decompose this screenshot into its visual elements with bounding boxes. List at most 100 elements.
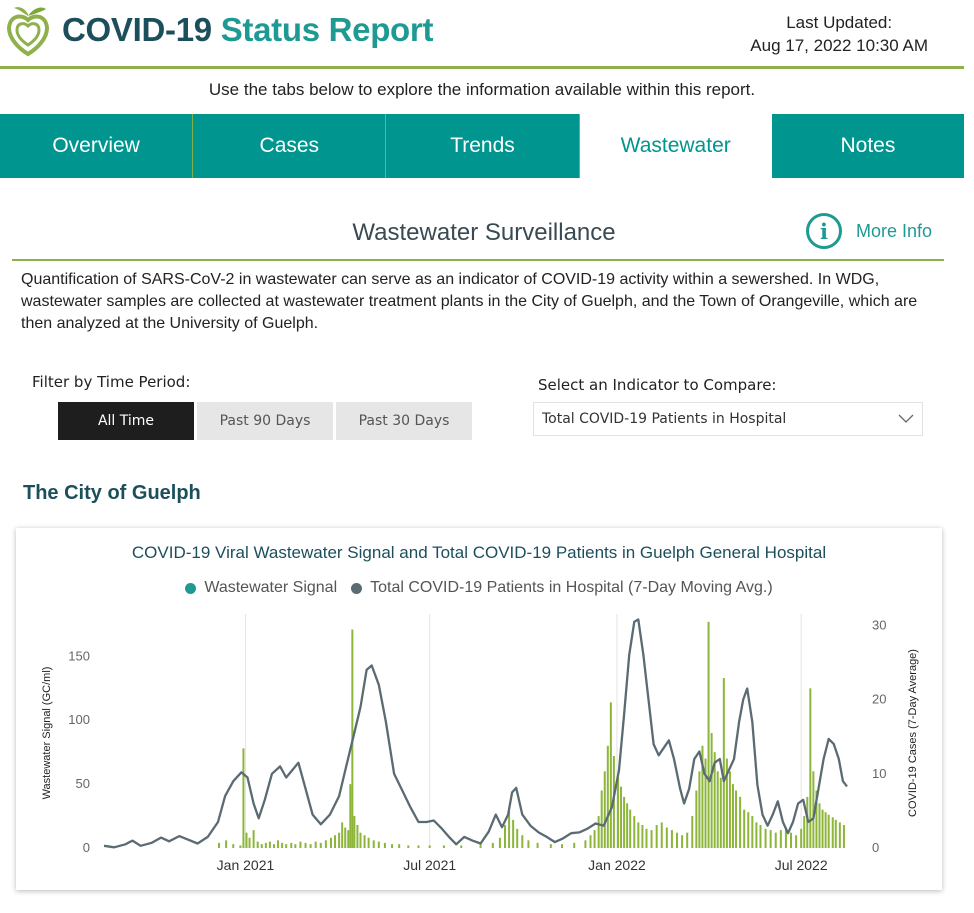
tab-notes[interactable]: Notes [771,114,965,178]
time-filter-label: Filter by Time Period: [32,373,191,391]
app-header: COVID-19 Status Report Last Updated: Aug… [0,0,964,69]
legend-item-wastewater[interactable]: Wastewater Signal [185,579,337,597]
bar [442,845,445,848]
y2-axis-title: COVID-19 Cases (7-Day Average) [907,649,919,817]
tab-cases[interactable]: Cases [193,114,387,178]
bar [803,816,806,848]
bar [710,733,713,848]
bar [521,835,524,848]
bar [660,822,663,848]
bar [764,828,767,848]
indicator-label: Select an Indicator to Compare: [538,376,777,394]
bar [516,828,519,848]
tab-wastewater[interactable]: Wastewater [579,114,772,178]
bar [818,803,821,848]
bar [645,828,648,848]
bar [356,825,359,848]
app-title-main: COVID-19 [62,11,212,48]
x-tick-label: Jul 2021 [403,857,456,873]
x-tick-label: Jul 2022 [775,857,828,873]
bar [629,809,632,848]
chart-legend: Wastewater Signal Total COVID-19 Patient… [16,579,942,597]
bar [479,844,482,848]
bar [751,816,754,848]
bar [527,840,530,848]
bar [281,842,284,848]
bar [827,814,830,848]
bar [256,841,259,848]
bar [324,840,327,848]
bar [294,844,297,848]
bar [747,812,750,848]
bar [232,844,235,848]
bar [504,825,507,848]
bar [695,790,698,848]
bar [498,837,501,848]
chart-card: Jan 2021 Jul 2021 Jan 2022 Jul 2022 0 50 100 15… [16,528,942,890]
bar [353,816,356,848]
bar [239,845,242,848]
y-tick-label: 0 [83,840,90,855]
bar [735,790,738,848]
bar [809,688,812,848]
bar [731,784,734,848]
bar [383,842,386,848]
bar [800,828,803,848]
legend-dot-wastewater [185,582,197,594]
bar [716,771,719,848]
bar [779,830,782,848]
bar [260,844,263,848]
tab-trends[interactable]: Trends [386,114,580,178]
bar [670,830,673,848]
x-tick-label: Jan 2022 [588,857,646,873]
info-icon: i [806,213,842,249]
section-description: Quantification of SARS-CoV-2 in wastewat… [21,271,918,332]
instructions-text: Use the tabs below to explore the inform… [208,80,756,99]
x-tick-label: Jan 2021 [217,857,275,873]
bar [512,819,515,848]
bar [338,832,341,848]
legend-item-hospital[interactable]: Total COVID-19 Patients in Hospital (7-D… [351,579,773,597]
app-title: COVID-19 Status Report [62,11,433,49]
bar [620,786,623,848]
bar [285,844,288,848]
bar [349,784,352,848]
bar [593,830,596,848]
bar [248,837,251,848]
bar [377,841,380,848]
bar [609,702,612,848]
bar [821,809,824,848]
past-30-days-button[interactable]: Past 30 Days [336,402,472,440]
y-tick-label: 100 [68,712,90,727]
bar [691,816,694,848]
y-tick-label: 150 [68,648,90,663]
bar [633,816,636,848]
all-time-button[interactable]: All Time [58,402,194,440]
bar [626,803,629,848]
time-filter-group: All Time Past 90 Days Past 30 Days [58,402,475,440]
bar [329,837,332,848]
more-info-button[interactable]: i More Info [806,213,932,249]
chart-title: COVID-19 Viral Wastewater Signal and Tot… [131,543,827,562]
bar [834,819,837,848]
tab-overview[interactable]: Overview [0,114,194,178]
bar [719,777,722,848]
bar [242,748,245,848]
bar [743,809,746,848]
indicator-dropdown-value: Total COVID-19 Patients in Hospital [542,411,787,427]
bar [549,844,552,848]
legend-label-wastewater: Wastewater Signal [204,579,338,596]
bar [290,842,293,848]
bar [681,835,684,848]
bar [790,832,793,848]
last-updated-label: Last Updated: [786,13,893,32]
y2-tick-label: 0 [872,840,879,855]
bar [637,822,640,848]
bar [264,842,267,848]
bar [367,837,370,848]
bar [417,845,420,848]
indicator-dropdown[interactable]: Total COVID-19 Patients in Hospital [533,402,923,436]
past-90-days-button[interactable]: Past 90 Days [197,402,333,440]
bar [600,790,603,848]
legend-dot-hospital [351,582,363,594]
